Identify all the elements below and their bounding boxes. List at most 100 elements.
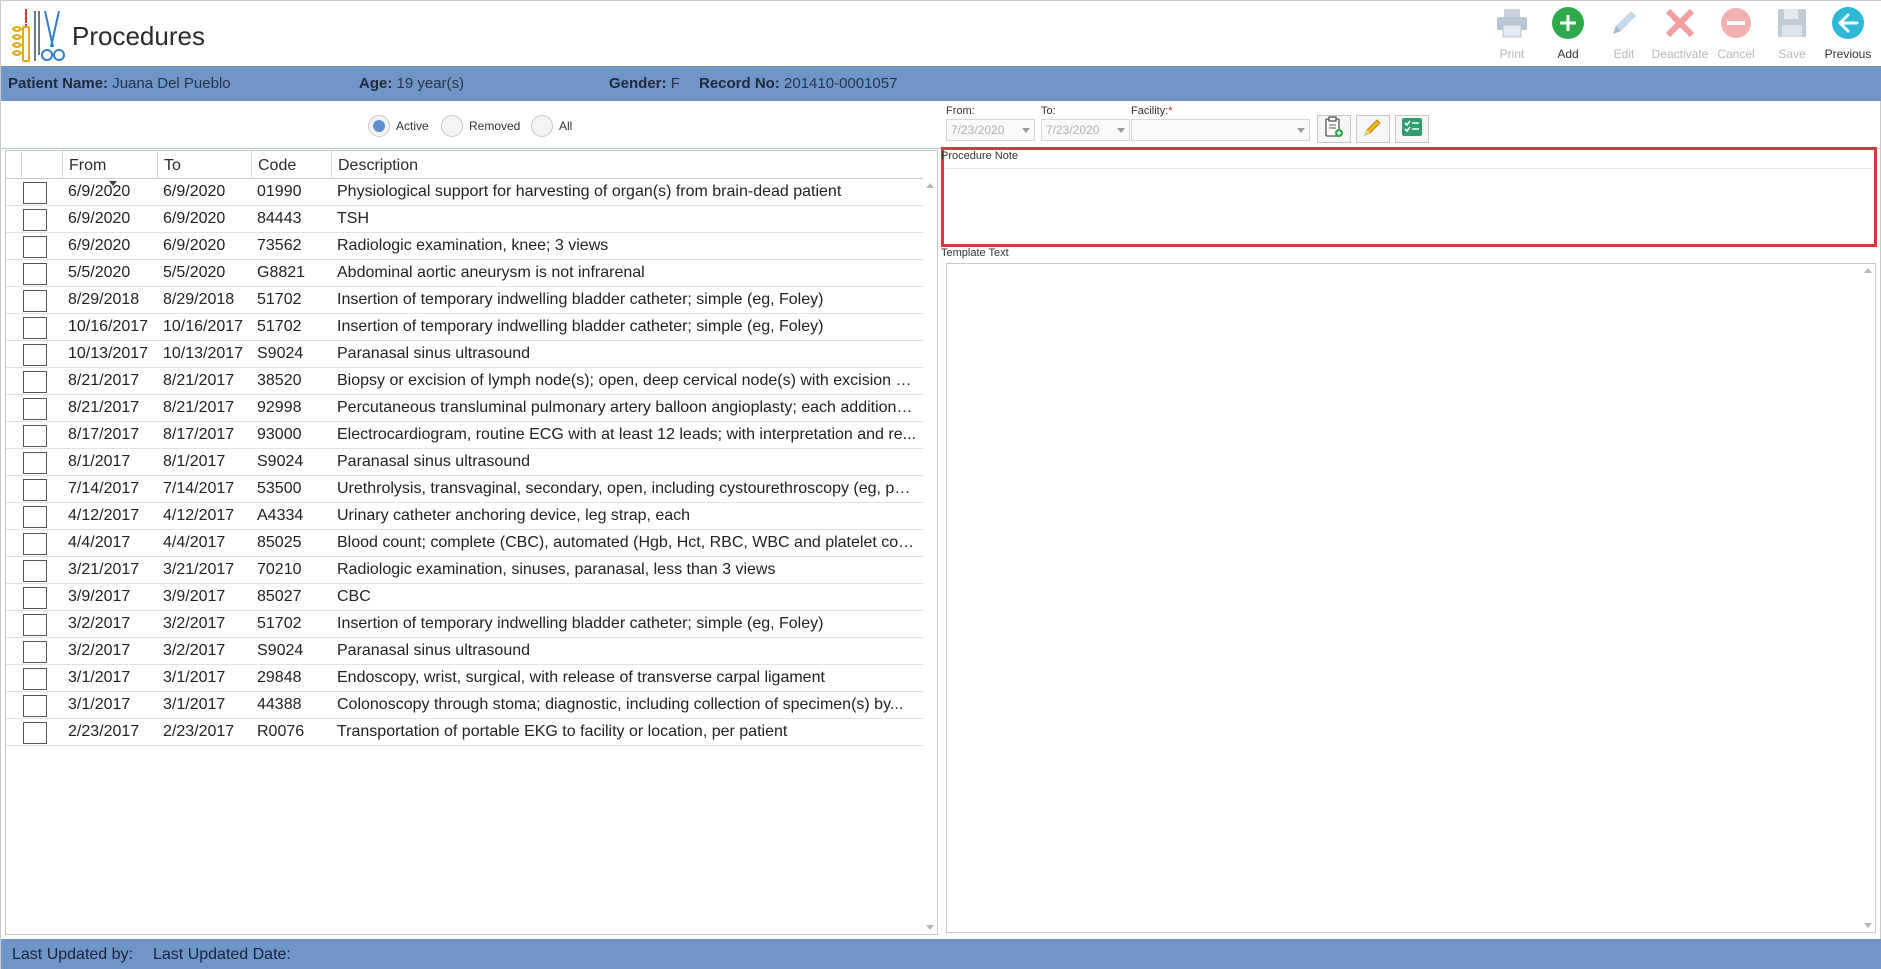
cell-from: 7/14/2017	[68, 480, 140, 497]
row-checkbox[interactable]	[23, 533, 47, 555]
patient-name: Patient Name: Juana Del Pueblo	[8, 75, 231, 92]
previous-button[interactable]: Previous	[1820, 5, 1876, 63]
row-checkbox[interactable]	[23, 236, 47, 258]
scroll-down-icon	[1864, 923, 1872, 928]
row-checkbox[interactable]	[23, 641, 47, 663]
edit-note-button[interactable]	[1356, 115, 1390, 143]
cell-desc: Paranasal sinus ultrasound	[337, 345, 531, 362]
template-scrollbar[interactable]	[1861, 264, 1875, 932]
chevron-down-icon	[1022, 128, 1030, 133]
row-checkbox[interactable]	[23, 371, 47, 393]
radio-removed[interactable]: Removed	[441, 115, 520, 137]
cell-from: 5/5/2020	[68, 264, 131, 281]
table-row[interactable]: 8/1/2017 8/1/2017 S9024 Paranasal sinus ult…	[6, 449, 923, 476]
radio-active[interactable]: Active	[368, 115, 429, 137]
edit-button[interactable]: Edit	[1596, 5, 1652, 63]
save-button[interactable]: Save	[1764, 5, 1820, 63]
cell-code: 92998	[257, 399, 302, 416]
cell-to: 3/1/2017	[163, 696, 226, 713]
row-checkbox[interactable]	[23, 425, 47, 447]
column-header-description-label: Description	[338, 157, 419, 174]
add-button[interactable]: Add	[1540, 5, 1596, 63]
row-checkbox[interactable]	[23, 695, 47, 717]
save-label: Save	[1778, 47, 1806, 61]
patient-age-label: Age:	[359, 75, 393, 92]
table-row[interactable]: 3/1/2017 3/1/2017 44388 Colonoscopy through…	[6, 692, 923, 719]
table-row[interactable]: 3/2/2017 3/2/2017 51702 Insertion of tempor…	[6, 611, 923, 638]
table-row[interactable]: 5/5/2020 5/5/2020 G8821 Abdominal aortic an…	[6, 260, 923, 287]
row-checkbox[interactable]	[23, 182, 47, 204]
to-date-picker[interactable]: 7/23/2020	[1041, 119, 1130, 141]
row-checkbox[interactable]	[23, 290, 47, 312]
cancel-button[interactable]: Cancel	[1708, 5, 1764, 63]
column-header-description[interactable]: Description	[331, 151, 923, 179]
procedure-note-box[interactable]	[941, 147, 1877, 247]
row-checkbox[interactable]	[23, 209, 47, 231]
row-checkbox[interactable]	[23, 479, 47, 501]
cell-desc: Physiological support for harvesting of …	[337, 183, 842, 200]
cell-from: 6/9/2020	[68, 183, 131, 200]
table-row[interactable]: 6/9/2020 6/9/2020 01990 Physiological suppo…	[6, 179, 923, 206]
row-checkbox[interactable]	[23, 668, 47, 690]
row-checkbox[interactable]	[23, 317, 47, 339]
cell-from: 3/2/2017	[68, 615, 131, 632]
table-row[interactable]: 4/12/2017 4/12/2017 A4334 Urinary catheter …	[6, 503, 923, 530]
cell-desc: Radiologic examination, knee; 3 views	[337, 237, 609, 254]
checklist-button[interactable]	[1395, 115, 1429, 143]
column-header-to[interactable]: To	[157, 151, 251, 179]
table-row[interactable]: 10/13/2017 10/13/2017 S9024 Paranasal sinus…	[6, 341, 923, 368]
row-checkbox[interactable]	[23, 722, 47, 744]
row-checkbox[interactable]	[23, 614, 47, 636]
row-checkbox[interactable]	[23, 452, 47, 474]
add-note-button[interactable]	[1317, 115, 1351, 143]
cell-from: 4/4/2017	[68, 534, 131, 551]
cell-code: S9024	[257, 345, 304, 362]
table-row[interactable]: 6/9/2020 6/9/2020 84443 TSH	[6, 206, 923, 233]
table-row[interactable]: 8/29/2018 8/29/2018 51702 Insertion of temp…	[6, 287, 923, 314]
row-checkbox[interactable]	[23, 560, 47, 582]
cell-desc: Paranasal sinus ultrasound	[337, 642, 531, 659]
table-row[interactable]: 6/9/2020 6/9/2020 73562 Radiologic examinat…	[6, 233, 923, 260]
row-checkbox[interactable]	[23, 263, 47, 285]
cell-desc: Radiologic examination, sinuses, paranas…	[337, 561, 776, 578]
cell-from: 3/2/2017	[68, 642, 131, 659]
row-checkbox[interactable]	[23, 344, 47, 366]
grid-scrollbar[interactable]	[923, 179, 937, 934]
row-checkbox[interactable]	[23, 398, 47, 420]
last-updated-by-label: Last Updated by:	[12, 946, 133, 963]
column-header-code-label: Code	[258, 157, 297, 174]
cell-to: 7/14/2017	[163, 480, 235, 497]
row-checkbox[interactable]	[23, 587, 47, 609]
cell-desc: Colonoscopy through stoma; diagnostic, i…	[337, 696, 904, 713]
table-row[interactable]: 7/14/2017 7/14/2017 53500 Urethrolysis, tra…	[6, 476, 923, 503]
procedure-note-input[interactable]	[945, 168, 1873, 243]
cell-desc: Blood count; complete (CBC), automated (…	[337, 534, 923, 551]
deactivate-button[interactable]: Deactivate	[1652, 5, 1708, 63]
chevron-down-icon	[1297, 128, 1305, 133]
table-row[interactable]: 3/1/2017 3/1/2017 29848 Endoscopy, wrist, s…	[6, 665, 923, 692]
table-row[interactable]: 8/21/2017 8/21/2017 92998 Percutaneous tran…	[6, 395, 923, 422]
column-header-code[interactable]: Code	[251, 151, 331, 179]
radio-all[interactable]: All	[531, 115, 572, 137]
column-header-from[interactable]: From	[62, 151, 157, 187]
template-text-area[interactable]	[946, 263, 1876, 933]
cell-desc: Paranasal sinus ultrasound	[337, 453, 531, 470]
table-row[interactable]: 8/17/2017 8/17/2017 93000 Electrocardiogram…	[6, 422, 923, 449]
table-row[interactable]: 8/21/2017 8/21/2017 38520 Biopsy or excisio…	[6, 368, 923, 395]
table-row[interactable]: 2/23/2017 2/23/2017 R0076 Transportation of…	[6, 719, 923, 746]
table-row[interactable]: 3/21/2017 3/21/2017 70210 Radiologic examin…	[6, 557, 923, 584]
from-date-picker[interactable]: 7/23/2020	[946, 119, 1035, 141]
chevron-down-icon	[1117, 128, 1125, 133]
table-row[interactable]: 3/2/2017 3/2/2017 S9024 Paranasal sinus ult…	[6, 638, 923, 665]
row-checkbox[interactable]	[23, 506, 47, 528]
cell-to: 8/21/2017	[163, 399, 235, 416]
column-header-select[interactable]	[21, 151, 57, 179]
table-row[interactable]: 10/16/2017 10/16/2017 51702 Insertion of te…	[6, 314, 923, 341]
patient-gender-value: F	[670, 75, 680, 92]
column-header-from-label: From	[69, 157, 107, 174]
facility-select[interactable]	[1131, 119, 1310, 141]
print-button[interactable]: Print	[1484, 5, 1540, 63]
cell-to: 8/29/2018	[163, 291, 235, 308]
table-row[interactable]: 4/4/2017 4/4/2017 85025 Blood count; comple…	[6, 530, 923, 557]
table-row[interactable]: 3/9/2017 3/9/2017 85027 CBC	[6, 584, 923, 611]
